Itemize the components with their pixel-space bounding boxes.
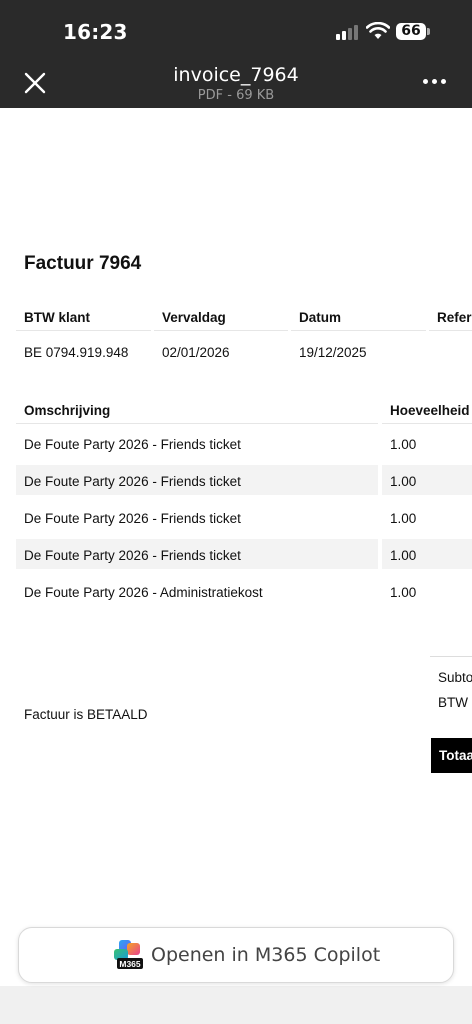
meta-value-date: 19/12/2025 (299, 345, 367, 360)
divider (16, 423, 378, 424)
meta-value-vat: BE 0794.919.948 (24, 345, 129, 360)
line-description: De Foute Party 2026 - Friends ticket (24, 437, 241, 452)
status-time: 16:23 (63, 20, 128, 44)
line-quantity: 1.00 (390, 437, 417, 452)
meta-header-vat: BTW klant (24, 310, 90, 325)
total-label: Totaa (431, 738, 472, 773)
document-title: invoice_7964 (173, 64, 299, 86)
open-in-copilot-button[interactable]: M365 Openen in M365 Copilot (18, 927, 454, 983)
document-subtitle: PDF - 69 KB (197, 88, 275, 103)
divider (154, 330, 288, 331)
copilot-button-label: Openen in M365 Copilot (151, 944, 381, 966)
line-quantity: 1.00 (390, 474, 417, 489)
meta-header-due-date: Vervaldag (162, 310, 226, 325)
divider (429, 330, 472, 331)
cellular-signal-icon (336, 24, 360, 40)
divider (291, 330, 426, 331)
line-description: De Foute Party 2026 - Friends ticket (24, 548, 241, 563)
line-quantity: 1.00 (390, 585, 417, 600)
battery-icon: 66 (396, 23, 426, 40)
column-header-description: Omschrijving (24, 403, 111, 418)
wifi-icon (366, 22, 390, 39)
meta-header-date: Datum (299, 310, 342, 325)
line-description: De Foute Party 2026 - Friends ticket (24, 511, 241, 526)
more-options-icon[interactable] (420, 74, 448, 90)
m365-badge: M365 (119, 959, 141, 969)
meta-header-reference: Refer (437, 310, 472, 325)
line-quantity: 1.00 (390, 511, 417, 526)
battery-tip (427, 28, 430, 35)
m365-copilot-icon: M365 (114, 940, 143, 969)
line-quantity: 1.00 (390, 548, 417, 563)
vat-label: BTW ( (438, 695, 472, 710)
invoice-title: Factuur 7964 (24, 253, 142, 274)
line-description: De Foute Party 2026 - Friends ticket (24, 474, 241, 489)
meta-value-due-date: 02/01/2026 (162, 345, 230, 360)
subtotal-label: Subto (438, 670, 472, 685)
divider (382, 423, 472, 424)
line-description: De Foute Party 2026 - Administratiekost (24, 585, 263, 600)
divider (16, 330, 151, 331)
top-bar: 16:23 66 invoice_7964 PDF - 69 KB (0, 0, 472, 108)
payment-status: Factuur is BETAALD (24, 707, 148, 722)
column-header-quantity: Hoeveelheid (390, 403, 470, 418)
pdf-page: Factuur 7964 BTW klant Vervaldag Datum R… (0, 108, 472, 986)
divider (430, 656, 472, 657)
